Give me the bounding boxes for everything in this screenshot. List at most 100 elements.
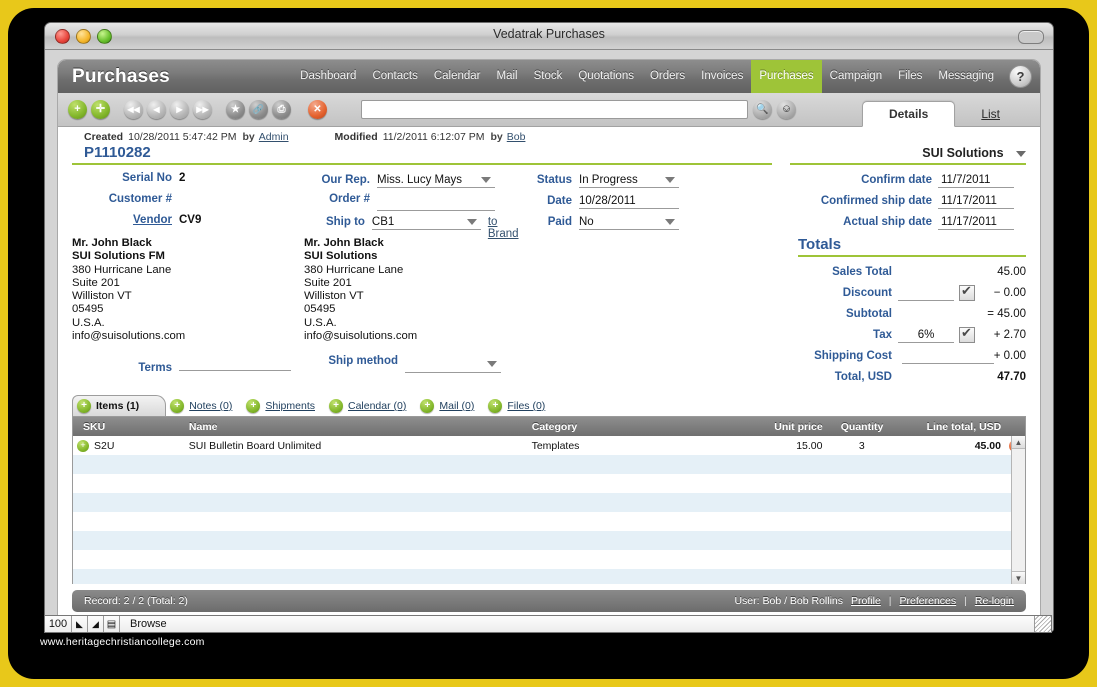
chevron-down-icon[interactable] — [665, 176, 675, 183]
add-icon[interactable]: + — [170, 399, 185, 413]
ship-method-row: Ship method — [304, 355, 528, 373]
field-input[interactable]: In Progress — [579, 172, 679, 188]
related-tab-mail-0[interactable]: + Mail (0) — [416, 396, 484, 416]
preferences-link[interactable]: Preferences — [900, 595, 957, 607]
to-brand-link[interactable]: to Brand — [488, 216, 528, 240]
modified-by-user[interactable]: Bob — [507, 131, 526, 143]
nav-item-orders[interactable]: Orders — [642, 60, 693, 93]
field-input[interactable]: No — [579, 214, 679, 230]
related-tab-calendar-0[interactable]: + Calendar (0) — [325, 396, 416, 416]
terms-input[interactable] — [179, 355, 291, 372]
cell-sku: S2U — [94, 439, 115, 452]
total-row: Shipping Cost + 0.00 — [780, 348, 1026, 364]
total-amount: 47.70 — [997, 371, 1026, 383]
date-input[interactable]: 11/7/2011 — [938, 173, 1014, 188]
column-header-unit-price[interactable]: Unit price — [724, 421, 827, 433]
zoom-out-icon[interactable]: ◣ — [72, 616, 88, 632]
column-header-quantity[interactable]: Quantity — [827, 421, 898, 433]
link-icon[interactable]: 🔗 — [249, 100, 268, 119]
nav-item-campaign[interactable]: Campaign — [822, 60, 890, 93]
nav-item-invoices[interactable]: Invoices — [693, 60, 751, 93]
nav-item-mail[interactable]: Mail — [489, 60, 526, 93]
next-record-button[interactable]: ▶ — [170, 100, 189, 119]
total-input[interactable] — [898, 286, 954, 301]
total-label: Subtotal — [846, 308, 892, 320]
add-icon[interactable]: + — [420, 399, 435, 413]
field-input[interactable]: Miss. Lucy Mays — [377, 172, 495, 188]
scroll-up-icon[interactable]: ▲ — [1012, 436, 1025, 449]
table-row-empty — [73, 531, 1025, 550]
resize-grip[interactable] — [1034, 616, 1051, 632]
add-icon[interactable]: + — [328, 399, 343, 413]
search-icon[interactable]: 🔍 — [753, 100, 772, 119]
column-header-line-total[interactable]: Line total, USD — [897, 421, 1005, 433]
profile-link[interactable]: Profile — [851, 595, 881, 607]
total-row: Total, USD 47.70 — [780, 369, 1026, 385]
row-add-icon[interactable]: + — [77, 439, 89, 452]
company-selector[interactable]: SUI Solutions — [922, 146, 1026, 160]
relogin-link[interactable]: Re-login — [975, 595, 1014, 607]
field-input[interactable] — [377, 195, 495, 211]
nav-item-calendar[interactable]: Calendar — [426, 60, 489, 93]
add-icon[interactable]: + — [488, 399, 503, 413]
related-tab-shipments[interactable]: + Shipments — [242, 396, 325, 416]
nav-item-purchases[interactable]: Purchases — [751, 60, 822, 93]
checkbox-icon[interactable] — [959, 283, 975, 301]
field-value: 2 — [179, 172, 186, 184]
toolbar-toggle-button[interactable] — [1018, 30, 1044, 44]
total-input[interactable]: 6% — [898, 328, 954, 343]
zoom-in-icon[interactable]: ◢ — [88, 616, 104, 632]
last-record-button[interactable]: ▶▶ — [193, 100, 212, 119]
zoom-level[interactable]: 100 — [45, 616, 72, 632]
previous-record-button[interactable]: ◀ — [147, 100, 166, 119]
checkbox-icon[interactable] — [959, 325, 975, 343]
created-by-user[interactable]: Admin — [259, 131, 289, 143]
column-header-sku[interactable]: SKU — [73, 421, 185, 433]
nav-item-contacts[interactable]: Contacts — [364, 60, 425, 93]
favorite-star-icon[interactable]: ★ — [226, 100, 245, 119]
chevron-down-icon[interactable] — [665, 218, 675, 225]
new-record-button[interactable]: + — [68, 100, 87, 119]
nav-item-stock[interactable]: Stock — [526, 60, 571, 93]
nav-item-quotations[interactable]: Quotations — [570, 60, 642, 93]
view-tab-list[interactable]: List — [955, 102, 1026, 126]
app-inner: Purchases Dashboard Contacts Calendar Mail S… — [57, 59, 1041, 631]
table-row[interactable]: + S2U SUI Bulletin Board Unlimited Template… — [73, 436, 1025, 455]
scroll-down-icon[interactable]: ▼ — [1012, 571, 1025, 584]
nav-item-files[interactable]: Files — [890, 60, 930, 93]
print-icon[interactable]: ⎙ — [272, 100, 291, 119]
ship-method-input[interactable] — [405, 357, 501, 373]
nav-item-dashboard[interactable]: Dashboard — [292, 60, 364, 93]
field-input[interactable]: CB1 — [371, 214, 481, 230]
delete-record-button[interactable]: ✕ — [308, 100, 327, 119]
duplicate-record-button[interactable]: ✛ — [91, 100, 110, 119]
related-tab-notes-0[interactable]: + Notes (0) — [166, 396, 242, 416]
nav-item-messaging[interactable]: Messaging — [930, 60, 1002, 93]
mode-label[interactable]: Browse — [120, 618, 167, 630]
column-header-category[interactable]: Category — [528, 421, 724, 433]
table-scrollbar[interactable]: ▲ ▼ — [1011, 436, 1025, 584]
search-input[interactable] — [361, 100, 748, 119]
date-input[interactable]: 11/17/2011 — [938, 215, 1014, 230]
related-tab-items-1[interactable]: + Items (1) — [72, 395, 167, 416]
chevron-down-icon[interactable] — [481, 176, 491, 183]
view-tabs: Details List — [861, 93, 1026, 127]
add-icon[interactable]: + — [77, 399, 91, 413]
created-label: Created — [84, 131, 124, 143]
help-icon[interactable]: ? — [1009, 65, 1032, 88]
date-input[interactable]: 11/17/2011 — [938, 194, 1014, 209]
view-tab-details[interactable]: Details — [861, 101, 956, 127]
chevron-down-icon[interactable] — [487, 361, 497, 368]
status-area-toggle-icon[interactable]: ▤ — [104, 616, 120, 632]
add-icon[interactable]: + — [246, 399, 261, 413]
field-input[interactable]: 10/28/2011 — [579, 193, 679, 209]
total-input[interactable] — [902, 349, 994, 364]
filemaker-status-bar: 100 ◣ ◢ ▤ Browse — [44, 615, 1052, 633]
column-header-name[interactable]: Name — [185, 421, 528, 433]
chevron-down-icon[interactable] — [466, 218, 477, 225]
refresh-icon[interactable]: ⎉ — [777, 100, 796, 119]
related-tab-files-0[interactable]: + Files (0) — [484, 396, 555, 416]
chevron-down-icon[interactable] — [1016, 150, 1026, 157]
first-record-button[interactable]: ◀◀ — [124, 100, 143, 119]
field-label[interactable]: Vendor — [72, 214, 172, 226]
